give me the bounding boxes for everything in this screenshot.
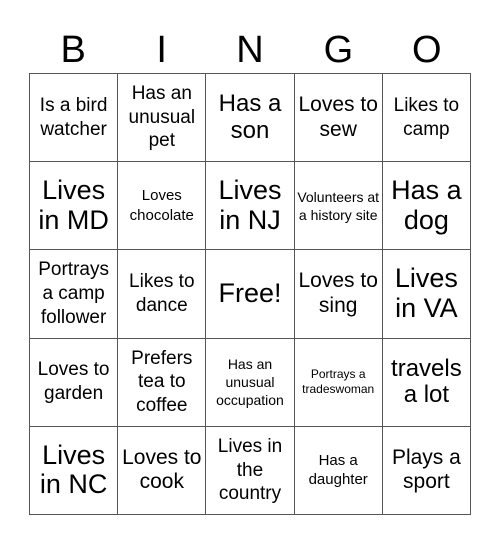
bingo-cell[interactable]: Plays a sport: [382, 426, 471, 515]
cell-label: Has a son: [218, 90, 282, 144]
cell-label: Has a daughter: [308, 451, 368, 489]
bingo-cell[interactable]: Loves to sing: [294, 250, 383, 339]
bingo-cell[interactable]: Is a bird watcher: [30, 74, 119, 163]
bingo-grid: Is a bird watcher Has an unusual pet Has a…: [29, 73, 471, 515]
bingo-cell[interactable]: Prefers tea to coffee: [118, 338, 207, 427]
bingo-cell[interactable]: Likes to dance: [118, 250, 207, 339]
bingo-cell[interactable]: Lives in NJ: [206, 162, 295, 251]
cell-label: Prefers tea to coffee: [131, 347, 193, 417]
header-letter-i: I: [156, 29, 167, 71]
cell-label: Plays a sport: [391, 445, 461, 494]
bingo-cell[interactable]: Loves to garden: [30, 338, 119, 427]
cell-label: Loves to garden: [37, 359, 110, 405]
header-letter-g: G: [323, 29, 354, 71]
cell-label: Free!: [218, 278, 282, 309]
bingo-cell[interactable]: Has a son: [206, 74, 295, 163]
header-letter-b: B: [60, 29, 86, 71]
bingo-cell[interactable]: Has a daughter: [294, 426, 383, 515]
bingo-cell[interactable]: Likes to camp: [382, 74, 471, 163]
cell-label: Loves to sing: [298, 269, 378, 317]
cell-label: Has a dog: [391, 175, 462, 235]
bingo-cell[interactable]: Lives in MD: [30, 162, 119, 251]
cell-label: Is a bird watcher: [39, 94, 108, 140]
cell-label: Likes to camp: [393, 94, 460, 140]
header-letter-o: O: [412, 29, 442, 71]
cell-label: Portrays a camp follower: [38, 259, 109, 328]
header-letter-n: N: [236, 29, 264, 71]
bingo-cell[interactable]: Lives in NC: [30, 426, 119, 515]
cell-label: Lives in NJ: [218, 175, 282, 235]
free-space-cell[interactable]: Free!: [206, 250, 295, 339]
cell-label: Lives in the country: [217, 435, 283, 505]
bingo-cell[interactable]: Loves to cook: [118, 426, 207, 515]
cell-label: Has an unusual pet: [128, 82, 196, 152]
bingo-cell[interactable]: Lives in VA: [382, 250, 471, 339]
bingo-cell[interactable]: Has an unusual occupation: [206, 338, 295, 427]
bingo-cell[interactable]: Volunteers at a history site: [294, 162, 383, 251]
bingo-cell[interactable]: Loves to sew: [294, 74, 383, 163]
cell-label: Lives in NC: [39, 439, 108, 500]
cell-label: Has an unusual occupation: [216, 355, 284, 409]
cell-label: Loves to cook: [122, 445, 202, 494]
cell-label: travels a lot: [391, 354, 462, 409]
cell-label: Volunteers at a history site: [297, 188, 380, 223]
cell-label: Lives in MD: [38, 175, 109, 235]
cell-label: Lives in VA: [394, 263, 458, 323]
bingo-cell[interactable]: Has an unusual pet: [118, 74, 207, 163]
bingo-cell[interactable]: Portrays a camp follower: [30, 250, 119, 339]
cell-label: Likes to dance: [129, 271, 195, 316]
cell-label: Portrays a tradeswoman: [302, 366, 375, 397]
cell-label: Loves chocolate: [129, 187, 194, 224]
bingo-cell[interactable]: Has a dog: [382, 162, 471, 251]
bingo-cell[interactable]: Lives in the country: [206, 426, 295, 515]
bingo-cell[interactable]: Portrays a tradeswoman: [294, 338, 383, 427]
bingo-header: B I N G O: [29, 28, 471, 73]
cell-label: Loves to sew: [298, 92, 378, 141]
bingo-cell[interactable]: Loves chocolate: [118, 162, 207, 251]
bingo-cell[interactable]: travels a lot: [382, 338, 471, 427]
